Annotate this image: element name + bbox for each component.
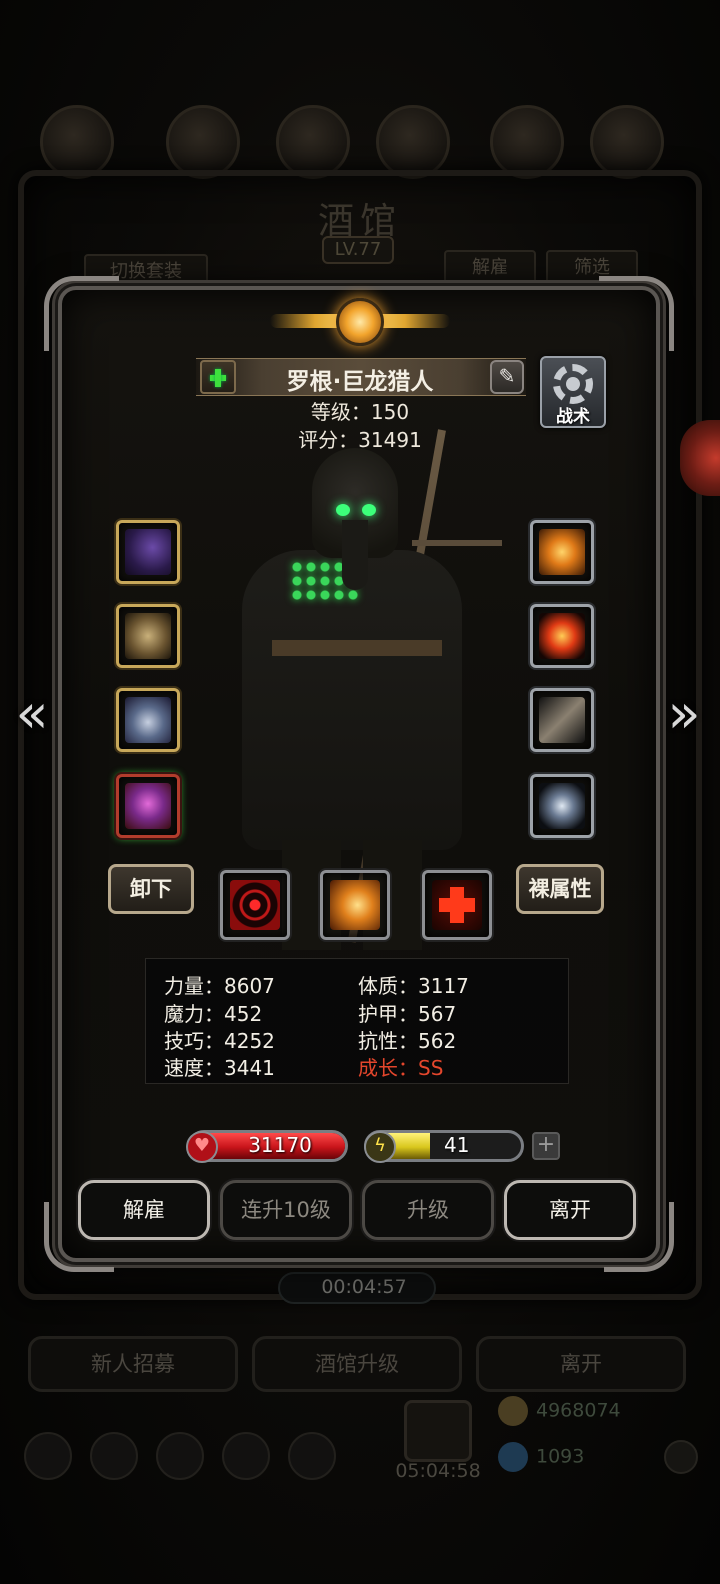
skill-slot-2[interactable] bbox=[320, 870, 390, 940]
heal-skill-icon bbox=[432, 880, 482, 930]
fire-orb-icon bbox=[539, 613, 585, 659]
equip-slot-weapon[interactable] bbox=[116, 520, 180, 584]
hero-eye-art bbox=[362, 504, 376, 516]
hero-level: 等级：150 bbox=[310, 400, 410, 424]
gear-icon-center bbox=[566, 377, 580, 391]
menu-icon bbox=[376, 105, 450, 179]
hero-name: 罗根·巨龙猎人 bbox=[286, 369, 434, 395]
bg-leave-button[interactable]: 离开 bbox=[476, 1336, 686, 1392]
add-icon[interactable] bbox=[200, 360, 236, 394]
add-currency-icon[interactable] bbox=[664, 1440, 698, 1474]
stat-speed: 速度：3441 bbox=[164, 1056, 275, 1080]
equip-slot-ring[interactable] bbox=[116, 688, 180, 752]
equip-slot-accessory-1[interactable] bbox=[530, 520, 594, 584]
skill-slot-3[interactable] bbox=[422, 870, 492, 940]
stat-growth: 成长：SS bbox=[358, 1056, 444, 1080]
next-hero-arrow-icon[interactable]: » bbox=[664, 686, 704, 746]
gem-icon bbox=[498, 1442, 528, 1472]
menu-icon bbox=[40, 105, 114, 179]
equip-slot-accessory-3[interactable] bbox=[530, 688, 594, 752]
tactics-button[interactable]: 战术 bbox=[540, 356, 606, 428]
target-skill-icon bbox=[230, 880, 280, 930]
menu-icon bbox=[590, 105, 664, 179]
stat-resistance: 抗性：562 bbox=[358, 1029, 457, 1053]
hero-score: 评分：31491 bbox=[298, 428, 422, 452]
energy-value: 41 bbox=[444, 1133, 470, 1157]
edit-icon: ✎ bbox=[498, 364, 516, 388]
tavern-level-badge: LV.77 bbox=[322, 236, 394, 264]
level-up-10-button[interactable]: 连升10级 bbox=[220, 1180, 352, 1240]
menu-icon bbox=[166, 105, 240, 179]
leave-button[interactable]: 离开 bbox=[504, 1180, 636, 1240]
hp-value: 31170 bbox=[248, 1133, 312, 1157]
side-avatar-icon[interactable] bbox=[680, 420, 720, 496]
bottom-menu-icon[interactable] bbox=[222, 1432, 270, 1480]
gold-coin-icon bbox=[498, 1396, 528, 1426]
tactics-label: 战术 bbox=[556, 407, 590, 427]
hero-mask-art bbox=[342, 520, 368, 590]
unequip-button[interactable]: 卸下 bbox=[108, 864, 194, 914]
flame-ring-icon bbox=[539, 529, 585, 575]
heart-icon: ♥ bbox=[186, 1131, 218, 1163]
crest-icon bbox=[539, 783, 585, 829]
bottom-menu-icon[interactable] bbox=[90, 1432, 138, 1480]
bottom-menu-icon[interactable] bbox=[156, 1432, 204, 1480]
gold-amount: 4968074 bbox=[536, 1399, 621, 1422]
equip-slot-helm[interactable] bbox=[116, 774, 180, 838]
dismiss-button[interactable]: 解雇 bbox=[78, 1180, 210, 1240]
skill-slot-1[interactable] bbox=[220, 870, 290, 940]
armor-icon bbox=[125, 613, 171, 659]
menu-icon bbox=[276, 105, 350, 179]
scroll-icon bbox=[539, 697, 585, 743]
level-up-button[interactable]: 升级 bbox=[362, 1180, 494, 1240]
recruit-button[interactable]: 新人招募 bbox=[28, 1336, 238, 1392]
gem-display: 1093 bbox=[498, 1442, 678, 1476]
gem-amount: 1093 bbox=[536, 1445, 585, 1468]
dialog-emblem bbox=[270, 290, 450, 354]
staff-crossbar-art bbox=[412, 540, 502, 546]
add-energy-button[interactable]: + bbox=[532, 1132, 560, 1160]
menu-icon bbox=[490, 105, 564, 179]
hero-eye-art bbox=[336, 504, 350, 516]
base-attributes-button[interactable]: 裸属性 bbox=[516, 864, 604, 914]
stat-constitution: 体质：3117 bbox=[358, 974, 469, 998]
gem-helm-icon bbox=[125, 783, 171, 829]
recruit-timer: 00:04:57 bbox=[321, 1276, 407, 1298]
gift-box-icon[interactable] bbox=[404, 1400, 472, 1462]
stat-skill: 技巧：4252 bbox=[164, 1029, 275, 1053]
ring-icon bbox=[125, 697, 171, 743]
rename-button[interactable]: ✎ bbox=[490, 360, 524, 394]
equip-slot-armor[interactable] bbox=[116, 604, 180, 668]
equip-slot-accessory-2[interactable] bbox=[530, 604, 594, 668]
pistol-icon bbox=[125, 529, 171, 575]
gift-timer: 05:04:58 bbox=[395, 1460, 481, 1482]
prev-hero-arrow-icon[interactable]: « bbox=[12, 686, 52, 746]
stat-strength: 力量：8607 bbox=[164, 974, 275, 998]
equip-slot-accessory-4[interactable] bbox=[530, 774, 594, 838]
stat-armor: 护甲：567 bbox=[358, 1002, 457, 1026]
sun-emblem-icon bbox=[336, 298, 384, 346]
bottom-menu-icon[interactable] bbox=[288, 1432, 336, 1480]
hero-belt-art bbox=[272, 640, 442, 656]
lightning-icon: ϟ bbox=[364, 1131, 396, 1163]
stat-magic: 魔力：452 bbox=[164, 1002, 263, 1026]
strike-skill-icon bbox=[330, 880, 380, 930]
gold-display: 4968074 bbox=[498, 1396, 678, 1430]
bg-dismiss-button[interactable]: 解雇 bbox=[444, 250, 536, 286]
bottom-menu-icon[interactable] bbox=[24, 1432, 72, 1480]
tavern-upgrade-button[interactable]: 酒馆升级 bbox=[252, 1336, 462, 1392]
